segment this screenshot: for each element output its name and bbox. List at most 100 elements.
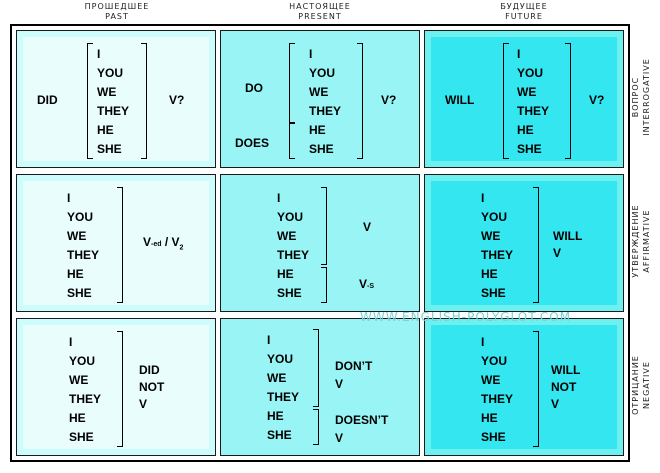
pronoun-he: HE: [517, 123, 534, 137]
cell-future-negative: I YOU WE THEY HE SHE WILL NOT V: [424, 318, 624, 456]
verb-v: V: [335, 377, 344, 391]
verb-dont: DON’T: [335, 359, 373, 373]
pronoun-i: I: [481, 335, 485, 349]
pronoun-they: THEY: [97, 104, 130, 118]
verb-will: WILL: [553, 229, 583, 243]
row-label-en: NEGATIVE: [642, 361, 651, 409]
pronoun-they: THEY: [481, 248, 514, 262]
verb-v: V: [139, 397, 148, 411]
column-header-en: PRESENT: [298, 12, 342, 21]
verb-not: NOT: [551, 380, 577, 394]
row-label-ru: ОТРИЦАНИЕ: [631, 355, 640, 415]
verb-singular: V-S: [359, 277, 374, 294]
pronoun-you: YOU: [267, 352, 294, 366]
pronoun-they: THEY: [277, 248, 310, 262]
pronoun-you: YOU: [309, 66, 336, 80]
pronoun-you: YOU: [97, 66, 124, 80]
pronoun-we: WE: [517, 85, 537, 99]
pronoun-we: WE: [481, 373, 501, 387]
row-label-negative: ОТРИЦАНИЕ NEGATIVE: [630, 316, 660, 454]
verb-s-suffix: -S: [367, 283, 375, 290]
watermark: WWW.ENGLISH-POLYGLOT.COM: [360, 310, 572, 324]
cell-future-interrogative: WILL I YOU WE THEY HE SHE V?: [424, 30, 624, 168]
pronoun-i: I: [267, 333, 271, 347]
cell-inner: [431, 181, 617, 305]
pronoun-she: SHE: [69, 430, 94, 444]
pronoun-she: SHE: [67, 286, 92, 300]
aux-did: DID: [37, 93, 58, 107]
column-header-ru: ПРОШЕДШЕЕ: [84, 2, 150, 11]
pronoun-you: YOU: [277, 210, 304, 224]
pronoun-we: WE: [277, 229, 297, 243]
pronoun-she: SHE: [277, 286, 302, 300]
row-label-en: AFFIRMATIVE: [642, 209, 651, 273]
right-bracket-singular: [321, 267, 327, 303]
verb-question: V?: [169, 93, 185, 107]
cell-future-affirmative: I YOU WE THEY HE SHE WILL V: [424, 174, 624, 312]
right-bracket: [117, 331, 123, 447]
verb-v: V: [551, 397, 560, 411]
row-label-affirmative: УТВЕРЖДЕНИЕ AFFIRMATIVE: [630, 172, 660, 310]
left-bracket: [503, 43, 509, 159]
right-bracket: [357, 43, 363, 159]
pronoun-he: HE: [69, 411, 86, 425]
pronoun-he: HE: [481, 411, 498, 425]
cell-present-affirmative: I YOU WE THEY HE SHE V V-S: [220, 174, 420, 312]
pronoun-they: THEY: [481, 392, 514, 406]
left-bracket: [87, 43, 93, 159]
cell-inner: [227, 325, 413, 449]
column-header-ru: НАСТОЯЩЕЕ: [289, 2, 351, 11]
verb-form-2: 2: [179, 244, 184, 252]
verb-v: V: [553, 246, 562, 260]
pronoun-they: THEY: [69, 392, 102, 406]
pronoun-you: YOU: [481, 210, 508, 224]
right-bracket-plural: [321, 187, 327, 265]
pronoun-he: HE: [309, 123, 326, 137]
pronoun-i: I: [481, 191, 485, 205]
column-header-past: ПРОШЕДШЕЕ PAST: [17, 2, 217, 22]
left-bracket-plural: [289, 43, 295, 123]
verb-past-form: V-ed / V2: [143, 235, 183, 255]
row-label-en: INTERROGATIVE: [642, 58, 651, 136]
pronoun-he: HE: [67, 267, 84, 281]
cell-inner: [227, 181, 413, 305]
cell-inner: [23, 325, 209, 449]
pronoun-she: SHE: [481, 430, 506, 444]
pronoun-i: I: [69, 335, 73, 349]
pronoun-she: SHE: [309, 142, 334, 156]
pronoun-we: WE: [267, 371, 287, 385]
pronoun-they: THEY: [517, 104, 550, 118]
row-label-ru: УТВЕРЖДЕНИЕ: [631, 204, 640, 278]
verb-not: NOT: [139, 380, 165, 394]
pronoun-he: HE: [267, 409, 284, 423]
verb-doesnt: DOESN’T: [335, 413, 389, 427]
verb-did: DID: [139, 363, 160, 377]
verb-will: WILL: [551, 363, 581, 377]
pronoun-she: SHE: [481, 286, 506, 300]
pronoun-we: WE: [309, 85, 329, 99]
aux-will: WILL: [445, 93, 475, 107]
pronoun-we: WE: [67, 229, 87, 243]
pronoun-you: YOU: [67, 210, 94, 224]
cell-past-interrogative: DID I YOU WE THEY HE SHE V?: [16, 30, 216, 168]
verb-question: V?: [381, 93, 397, 107]
pronoun-we: WE: [97, 85, 117, 99]
column-header-en: PAST: [105, 12, 129, 21]
right-bracket-plural: [313, 329, 319, 407]
column-header-ru: БУДУЩЕЕ: [500, 2, 548, 11]
verb-separator: / V: [161, 235, 180, 249]
pronoun-they: THEY: [267, 390, 300, 404]
row-label-interrogative: ВОПРОС INTERROGATIVE: [630, 28, 660, 166]
right-bracket: [117, 187, 123, 303]
column-header-future: БУДУЩЕЕ FUTURE: [424, 2, 624, 22]
pronoun-we: WE: [481, 229, 501, 243]
pronoun-i: I: [67, 191, 71, 205]
pronoun-he: HE: [481, 267, 498, 281]
column-header-en: FUTURE: [505, 12, 543, 21]
pronoun-she: SHE: [517, 142, 542, 156]
pronoun-you: YOU: [69, 354, 96, 368]
cell-past-affirmative: I YOU WE THEY HE SHE V-ed / V2: [16, 174, 216, 312]
cell-inner: [431, 325, 617, 449]
pronoun-they: THEY: [67, 248, 100, 262]
column-header-present: НАСТОЯЩЕЕ PRESENT: [220, 2, 420, 22]
